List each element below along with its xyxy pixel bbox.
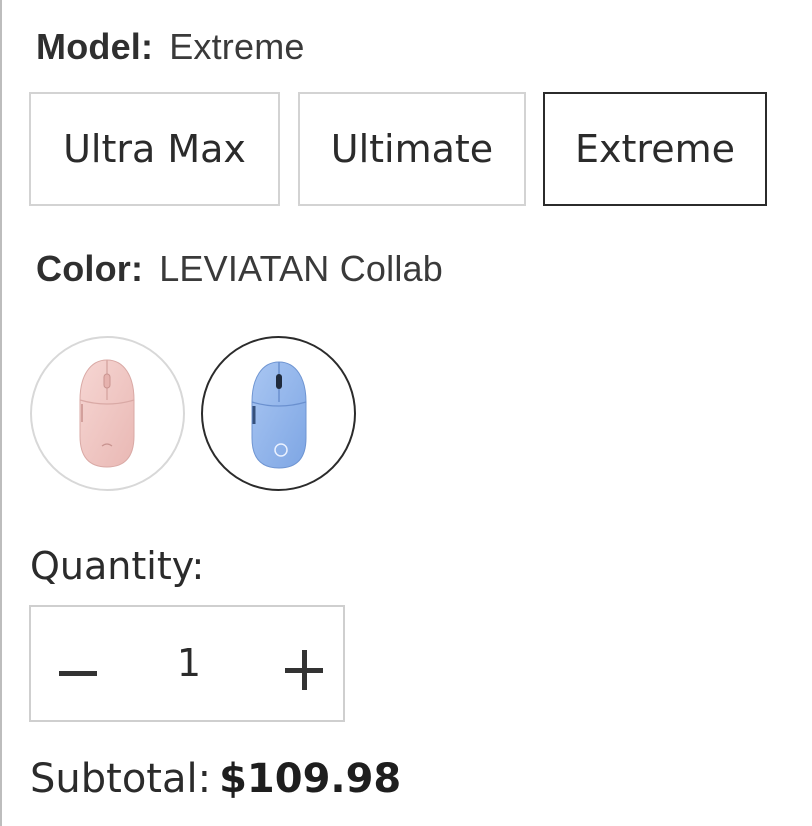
color-label-key: Color: [36, 248, 144, 289]
pink-mouse-icon [79, 359, 135, 468]
minus-icon [59, 671, 97, 676]
panel-divider [0, 0, 2, 826]
blue-mouse-icon [251, 361, 307, 469]
color-swatch-pink[interactable] [30, 336, 185, 491]
quantity-stepper: 1 [29, 605, 345, 722]
model-option-extreme[interactable]: Extreme [543, 92, 767, 206]
color-selected-value: LEVIATAN Collab [159, 248, 443, 289]
model-label: Model: Extreme [36, 26, 305, 68]
quantity-label: Quantity: [30, 544, 205, 588]
model-option-ultra-max[interactable]: Ultra Max [29, 92, 280, 206]
color-label: Color: LEVIATAN Collab [36, 248, 443, 290]
color-swatch-blue[interactable] [201, 336, 356, 491]
model-selected-value: Extreme [169, 26, 305, 67]
plus-icon-vertical [302, 650, 307, 690]
model-label-key: Model: [36, 26, 154, 67]
quantity-increase-button[interactable] [285, 650, 325, 691]
quantity-decrease-button[interactable] [55, 637, 105, 693]
subtotal: Subtotal: $109.98 [30, 756, 401, 802]
product-options-panel: Model: Extreme Ultra Max Ultimate Extreme… [0, 0, 812, 826]
subtotal-value: $109.98 [219, 756, 402, 802]
quantity-value[interactable]: 1 [151, 641, 227, 685]
subtotal-label: Subtotal: [30, 756, 212, 802]
model-option-ultimate[interactable]: Ultimate [298, 92, 526, 206]
